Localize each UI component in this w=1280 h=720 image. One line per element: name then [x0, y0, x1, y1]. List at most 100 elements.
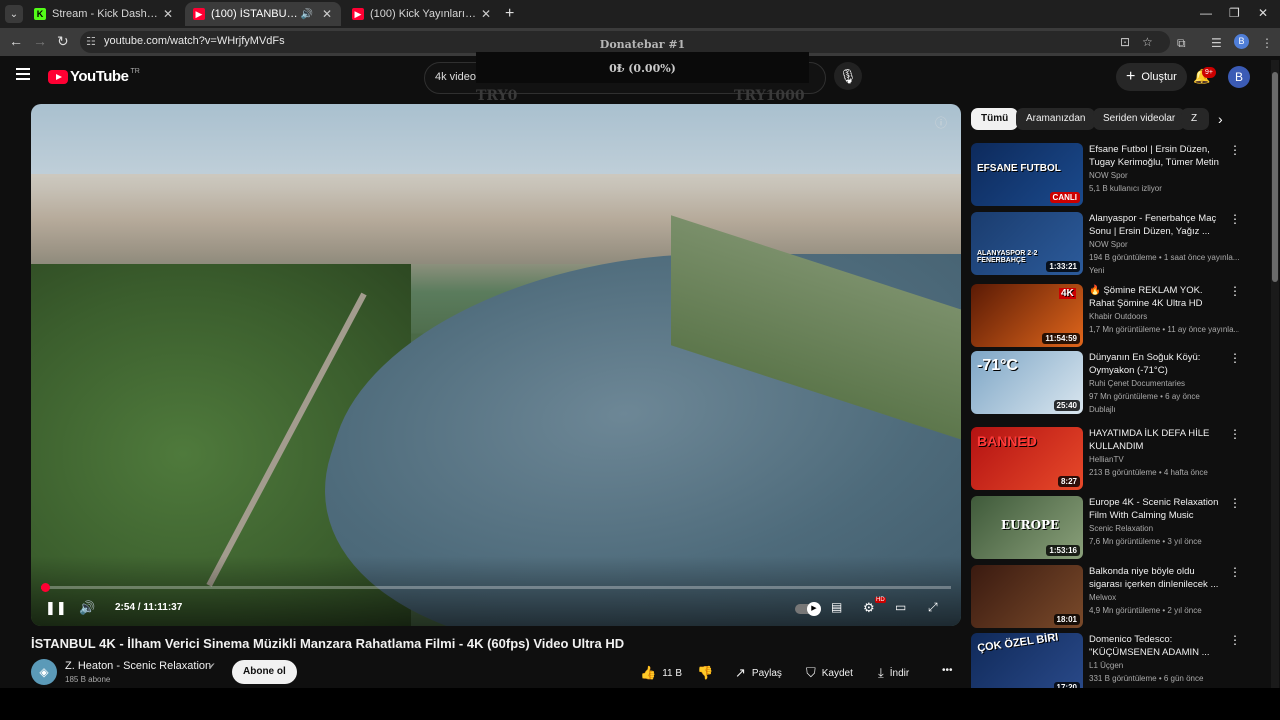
- forward-arrow-icon[interactable]: →: [33, 33, 47, 49]
- info-icon[interactable]: ⓘ: [935, 114, 947, 131]
- thumbnail[interactable]: ALANYASPOR 2-2 FENERBAHÇE 1:33:21: [971, 212, 1083, 275]
- close-icon[interactable]: ✕: [160, 7, 176, 21]
- rec-badge: Yeni: [1089, 266, 1105, 275]
- rec-title[interactable]: Alanyaspor - Fenerbahçe Maç Sonu | Ersin…: [1089, 212, 1229, 238]
- tab-kick-dashboard[interactable]: K Stream - Kick Dashboard ✕: [26, 2, 182, 26]
- rec-title[interactable]: Europe 4K - Scenic Relaxation Film With …: [1089, 496, 1229, 522]
- more-actions-icon[interactable]: •••: [942, 665, 953, 676]
- back-arrow-icon[interactable]: ←: [9, 33, 23, 49]
- list-item[interactable]: EFSANE FUTBOL CANLI Efsane Futbol | Ersin…: [971, 143, 1241, 207]
- rec-title[interactable]: Balkonda niye böyle oldu sigarası içerke…: [1089, 565, 1229, 591]
- fullscreen-icon[interactable]: ⤢: [928, 600, 938, 615]
- rec-channel[interactable]: Khabir Outdoors: [1089, 312, 1147, 321]
- window-close-icon[interactable]: ✕: [1258, 6, 1268, 20]
- extensions-icon[interactable]: ⧉: [1177, 36, 1186, 51]
- tab-search-icon[interactable]: ⌄: [5, 5, 23, 23]
- rec-title[interactable]: Efsane Futbol | Ersin Düzen, Tugay Kerim…: [1089, 143, 1229, 169]
- install-app-icon[interactable]: ⊡: [1120, 35, 1130, 49]
- site-info-icon[interactable]: ☷: [86, 35, 96, 48]
- donatebar-max: TRY1000: [734, 88, 805, 104]
- kebab-menu-icon[interactable]: ⋮: [1229, 633, 1241, 647]
- close-icon[interactable]: ✕: [478, 7, 494, 21]
- tab-istanbul-video[interactable]: ▶ (100) İSTANBUL 4K - İlham 🔊 ✕: [185, 2, 341, 26]
- list-item[interactable]: 4K 11:54:59 🔥 Şömine REKLAM YOK. Rahat Şö…: [971, 284, 1241, 348]
- media-control-icon[interactable]: ☰: [1211, 36, 1222, 50]
- rec-title[interactable]: HAYATIMDA İLK DEFA HİLE KULLANDIM: [1089, 427, 1229, 453]
- channel-avatar[interactable]: ◈: [31, 659, 57, 685]
- microphone-icon[interactable]: 🎙: [834, 62, 862, 90]
- chevron-right-icon[interactable]: ›: [1218, 111, 1223, 127]
- rec-channel[interactable]: NOW Spor: [1089, 240, 1128, 249]
- gear-icon[interactable]: ⚙: [863, 600, 875, 616]
- like-button[interactable]: 👍 11 B: [640, 665, 682, 681]
- list-item[interactable]: EUROPE 1:53:16 Europe 4K - Scenic Relaxat…: [971, 496, 1241, 560]
- youtube-logo[interactable]: YouTube TR: [48, 68, 140, 85]
- subtitles-icon[interactable]: ▤: [831, 600, 842, 614]
- autoplay-toggle[interactable]: ▶: [795, 602, 821, 616]
- rec-title[interactable]: Dünyanın En Soğuk Köyü: Oymyakon (-71°C): [1089, 351, 1229, 377]
- thumbnail[interactable]: 4K 11:54:59: [971, 284, 1083, 347]
- reload-icon[interactable]: ↻: [57, 33, 69, 50]
- thumbnail[interactable]: -71°C 25:40: [971, 351, 1083, 414]
- dislike-button[interactable]: 👎: [697, 665, 719, 681]
- minimize-icon[interactable]: —: [1200, 6, 1212, 20]
- chip-channel[interactable]: Z: [1181, 108, 1209, 130]
- tab-kick-youtube[interactable]: ▶ (100) Kick Yayınlarında Bağ ✕: [344, 2, 500, 26]
- create-button[interactable]: + Oluştur: [1116, 63, 1187, 91]
- kick-favicon-icon: K: [34, 8, 46, 20]
- chip-all[interactable]: Tümü: [971, 108, 1019, 130]
- list-item[interactable]: ALANYASPOR 2-2 FENERBAHÇE 1:33:21 Alanyas…: [971, 212, 1241, 276]
- thumbnail[interactable]: ÇOK ÖZEL BİRİ17:20: [971, 633, 1083, 696]
- kebab-menu-icon[interactable]: ⋮: [1229, 496, 1241, 510]
- kebab-menu-icon[interactable]: ⋮: [1229, 284, 1241, 298]
- thumbnail[interactable]: 18:01: [971, 565, 1083, 628]
- list-item[interactable]: -71°C 25:40 Dünyanın En Soğuk Köyü: Oymya…: [971, 351, 1241, 415]
- bookmark-star-icon[interactable]: ☆: [1142, 35, 1153, 49]
- theater-mode-icon[interactable]: ▭: [895, 600, 906, 614]
- audio-playing-icon[interactable]: 🔊: [301, 9, 313, 20]
- rec-channel[interactable]: L1 Üçgen: [1089, 661, 1123, 670]
- rec-title[interactable]: 🔥 Şömine REKLAM YOK. Rahat Şömine 4K Ult…: [1089, 284, 1229, 310]
- share-label: Paylaş: [751, 667, 782, 679]
- video-player[interactable]: ⓘ ❚❚ 🔊 2:54 / 11:11:37 ▶ ▤ ⚙ HD ▭ ⤢: [31, 104, 961, 626]
- list-item[interactable]: BANNED 8:27 HAYATIMDA İLK DEFA HİLE KULLA…: [971, 427, 1241, 491]
- chip-from-search[interactable]: Aramanızdan: [1016, 108, 1096, 130]
- kebab-menu-icon[interactable]: ⋮: [1229, 212, 1241, 226]
- progress-bar[interactable]: [40, 583, 951, 592]
- new-tab-plus-icon[interactable]: +: [505, 5, 514, 23]
- scrubber-handle[interactable]: [40, 583, 50, 592]
- kebab-menu-icon[interactable]: ⋮: [1229, 351, 1241, 365]
- volume-icon[interactable]: 🔊: [79, 600, 95, 616]
- chip-from-series[interactable]: Seriden videolar: [1093, 108, 1186, 130]
- kebab-menu-icon[interactable]: ⋮: [1229, 565, 1241, 579]
- rec-channel[interactable]: Ruhi Çenet Documentaries: [1089, 379, 1185, 388]
- thumbnail[interactable]: EFSANE FUTBOL CANLI: [971, 143, 1083, 206]
- subscribe-button[interactable]: Abone ol: [232, 660, 297, 684]
- scrollbar-thumb[interactable]: [1272, 72, 1278, 282]
- kebab-menu-icon[interactable]: ⋮: [1229, 143, 1241, 157]
- thumbnail[interactable]: BANNED 8:27: [971, 427, 1083, 490]
- rec-title[interactable]: Domenico Tedesco: "KÜÇÜMSENEN ADAMIN ...: [1089, 633, 1229, 659]
- account-avatar[interactable]: B: [1228, 66, 1250, 88]
- browser-menu-icon[interactable]: ⋮: [1261, 36, 1273, 50]
- share-arrow-icon: ↗: [735, 665, 746, 680]
- rec-channel[interactable]: Melwox: [1089, 593, 1116, 602]
- download-button[interactable]: ⤓ İndir: [878, 665, 909, 681]
- kebab-menu-icon[interactable]: ⋮: [1229, 427, 1241, 441]
- pause-icon[interactable]: ❚❚: [45, 600, 67, 616]
- restore-icon[interactable]: ❐: [1229, 6, 1240, 20]
- browser-profile-avatar[interactable]: B: [1234, 34, 1249, 49]
- channel-name[interactable]: Z. Heaton - Scenic Relaxation: [65, 660, 211, 672]
- url-text[interactable]: youtube.com/watch?v=WHrjfyMVdFs: [104, 35, 285, 47]
- close-icon[interactable]: ✕: [319, 7, 335, 21]
- rec-channel[interactable]: NOW Spor: [1089, 171, 1128, 180]
- thumbnail[interactable]: EUROPE 1:53:16: [971, 496, 1083, 559]
- rec-channel[interactable]: Scenic Relaxation: [1089, 524, 1153, 533]
- hamburger-menu-icon[interactable]: [16, 68, 30, 83]
- share-button[interactable]: ↗ Paylaş: [735, 665, 782, 681]
- rec-meta: 331 B görüntüleme • 6 gün önce: [1089, 674, 1204, 683]
- hd-badge: HD: [875, 597, 886, 603]
- rec-channel[interactable]: HellianTV: [1089, 455, 1124, 464]
- save-button[interactable]: ⛉ Kaydet: [806, 665, 853, 681]
- list-item[interactable]: 18:01 Balkonda niye böyle oldu sigarası …: [971, 565, 1241, 629]
